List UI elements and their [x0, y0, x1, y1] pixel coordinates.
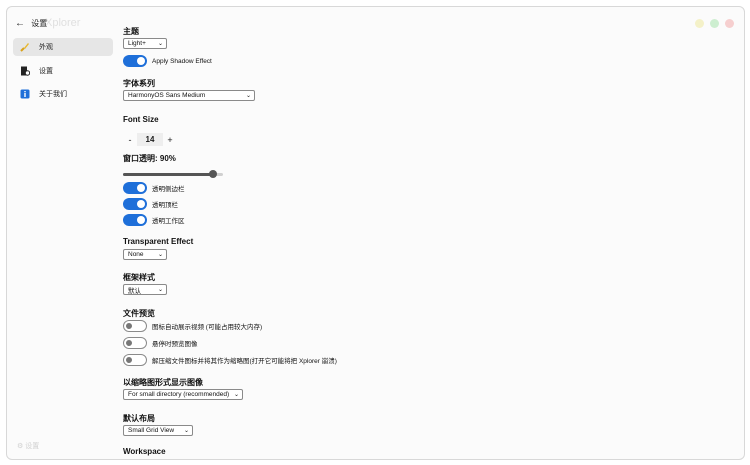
shadow-effect-toggle[interactable] — [123, 55, 147, 67]
bottom-settings-label: 设置 — [25, 443, 40, 450]
extract-thumbnail-label: 解压缩文件图标并将其作为缩略图(打开它可能将把 Xplorer 崩溃) — [152, 358, 337, 365]
transparent-topbar-toggle[interactable] — [123, 198, 147, 210]
transparent-sidebar-toggle[interactable] — [123, 182, 147, 194]
default-layout-select[interactable]: Small Grid View ⌄ — [123, 425, 193, 436]
transparent-workspace-row: 透明工作区 — [123, 214, 185, 226]
transparent-sidebar-row: 透明侧边栏 — [123, 182, 185, 194]
sidebar-item-appearance[interactable]: 外观 — [13, 38, 113, 56]
chevron-down-icon: ⌄ — [157, 41, 163, 47]
sidebar-item-label: 外观 — [39, 44, 53, 51]
auto-video-toggle[interactable] — [123, 320, 147, 332]
font-size-stepper: - 14 + — [123, 133, 177, 146]
sidebar-item-about[interactable]: 关于我们 — [13, 85, 113, 103]
font-family-select[interactable]: HarmonyOS Sans Medium ⌄ — [123, 90, 255, 101]
close-button[interactable] — [725, 19, 734, 28]
transparent-effect-select[interactable]: None ⌄ — [123, 249, 167, 260]
shadow-effect-label: Apply Shadow Effect — [152, 57, 212, 65]
transparent-sidebar-label: 透明侧边栏 — [152, 186, 185, 193]
transparent-effect-value: None — [128, 251, 144, 258]
font-size-decrease-button[interactable]: - — [123, 135, 137, 145]
gear-icon: ⚙ — [17, 443, 24, 450]
frame-style-label: 框架样式 — [123, 273, 155, 282]
theme-select[interactable]: Light+ ⌄ — [123, 38, 167, 49]
info-icon — [20, 89, 30, 99]
chevron-down-icon: ⌄ — [245, 93, 251, 99]
font-family-select-value: HarmonyOS Sans Medium — [128, 92, 206, 99]
auto-video-row: 图标自动展示视频 (可能占用较大内存) — [123, 320, 262, 332]
sidebar-item-label: 设置 — [39, 68, 53, 75]
opacity-label: 窗口透明: 90% — [123, 154, 176, 163]
thumbnail-select-value: For small directory (recommended) — [128, 391, 230, 398]
chevron-down-icon: ⌄ — [157, 287, 163, 293]
transparent-workspace-toggle[interactable] — [123, 214, 147, 226]
hover-preview-row: 悬停时预览图像 — [123, 337, 198, 349]
transparent-topbar-label: 透明顶栏 — [152, 202, 178, 209]
back-label: 设置 — [31, 19, 48, 28]
opacity-slider[interactable] — [123, 170, 223, 178]
settings-window: Xplorer ← 设置 外观 设置 关于我们 ⚙ 设置 主题 Light+ ⌄… — [6, 6, 745, 460]
bottom-settings-link[interactable]: ⚙ 设置 — [17, 441, 39, 451]
settings-panel: 主题 Light+ ⌄ Apply Shadow Effect 字体系列 Har… — [123, 7, 723, 459]
chevron-down-icon: ⌄ — [233, 392, 239, 398]
frame-style-value: 默认 — [128, 287, 141, 295]
file-preview-label: 文件预览 — [123, 309, 155, 318]
default-layout-label: 默认布局 — [123, 414, 155, 423]
font-size-increase-button[interactable]: + — [163, 135, 177, 145]
sidebar-item-settings[interactable]: 设置 — [13, 62, 113, 80]
font-family-label: 字体系列 — [123, 79, 155, 88]
extract-thumbnail-toggle[interactable] — [123, 354, 147, 366]
thumbnail-label: 以缩略图形式显示图像 — [123, 378, 203, 387]
font-size-value[interactable]: 14 — [137, 133, 163, 146]
sidebar-item-label: 关于我们 — [39, 91, 67, 98]
app-title: Xplorer — [45, 17, 81, 29]
settings-file-icon — [20, 66, 30, 76]
frame-style-select[interactable]: 默认 ⌄ — [123, 284, 167, 295]
thumbnail-select[interactable]: For small directory (recommended) ⌄ — [123, 389, 243, 400]
chevron-down-icon: ⌄ — [157, 252, 163, 258]
font-size-label: Font Size — [123, 115, 159, 124]
hover-preview-toggle[interactable] — [123, 337, 147, 349]
chevron-down-icon: ⌄ — [183, 428, 189, 434]
hover-preview-label: 悬停时预览图像 — [152, 341, 198, 348]
back-button[interactable]: ← 设置 — [15, 18, 47, 29]
extract-thumbnail-row: 解压缩文件图标并将其作为缩略图(打开它可能将把 Xplorer 崩溃) — [123, 354, 337, 366]
default-layout-value: Small Grid View — [128, 427, 175, 434]
auto-video-label: 图标自动展示视频 (可能占用较大内存) — [152, 324, 263, 331]
theme-label: 主题 — [123, 27, 139, 36]
workspace-label: Workspace — [123, 447, 166, 456]
transparent-workspace-label: 透明工作区 — [152, 218, 185, 225]
theme-select-value: Light+ — [128, 40, 146, 47]
paint-brush-icon — [20, 42, 30, 52]
arrow-left-icon: ← — [15, 18, 25, 29]
slider-thumb[interactable] — [209, 170, 217, 178]
shadow-effect-row: Apply Shadow Effect — [123, 55, 212, 67]
transparent-topbar-row: 透明顶栏 — [123, 198, 178, 210]
transparent-effect-label: Transparent Effect — [123, 237, 194, 246]
slider-fill — [123, 173, 213, 176]
